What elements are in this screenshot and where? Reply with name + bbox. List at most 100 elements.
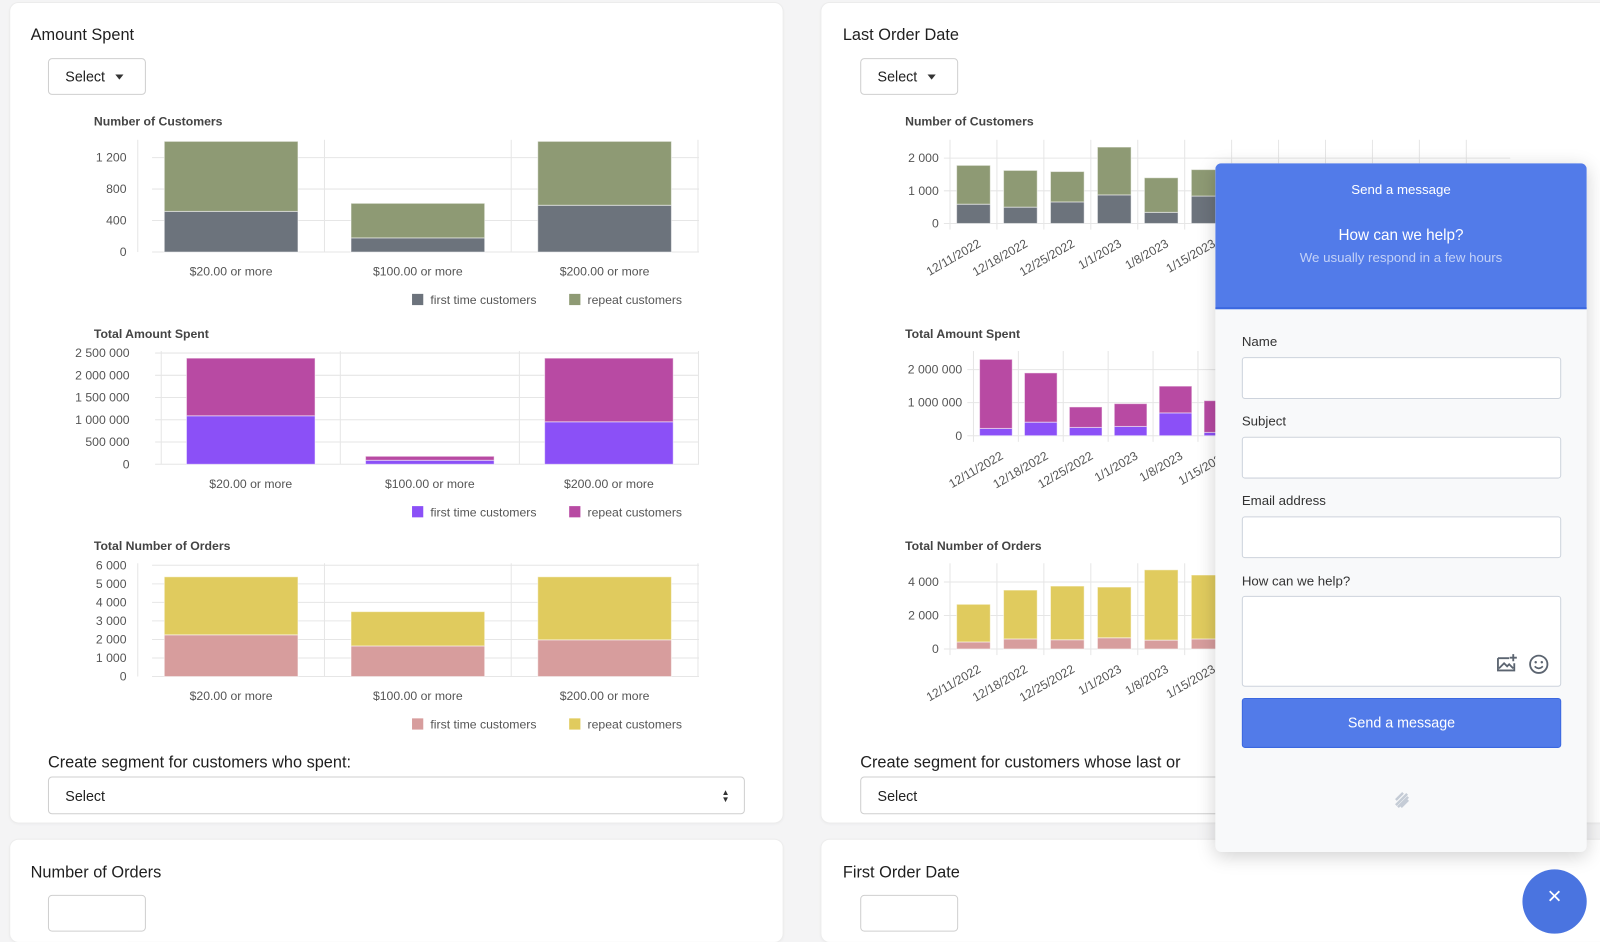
x-tick-label: $20.00 or more bbox=[190, 265, 273, 279]
bar-repeat-customers bbox=[537, 140, 672, 206]
bar-first-time-customers bbox=[163, 210, 299, 253]
legend-label: repeat customers bbox=[588, 505, 683, 519]
bar-repeat-customers bbox=[1023, 372, 1058, 423]
legend-label: first time customers bbox=[430, 505, 536, 519]
y-tick-label: 2 000 000 bbox=[908, 363, 963, 377]
y-tick-label: 4 000 bbox=[908, 575, 939, 589]
legend-swatch bbox=[569, 293, 581, 306]
send-message-label: Send a message bbox=[1347, 714, 1456, 731]
y-tick-label: 2 000 000 bbox=[75, 368, 130, 382]
bar-repeat-customers bbox=[1096, 146, 1132, 196]
helpscout-logo-icon bbox=[1395, 791, 1410, 809]
y-tick-label: 800 bbox=[106, 182, 127, 196]
y-tick-label: 5 000 bbox=[96, 577, 127, 591]
y-tick-label: 0 bbox=[120, 245, 127, 259]
updown-arrows-icon: ▲ ▼ bbox=[721, 787, 730, 805]
bar-repeat-customers bbox=[1158, 385, 1193, 414]
x-tick-label: $200.00 or more bbox=[564, 477, 654, 491]
amount-spent-segment-select[interactable]: Select ▲ ▼ bbox=[47, 776, 745, 815]
message-textarea[interactable] bbox=[1241, 595, 1562, 687]
bar-first-time-customers bbox=[544, 421, 674, 465]
bar-first-time-customers bbox=[1049, 201, 1085, 224]
bar-repeat-customers bbox=[163, 140, 299, 212]
bar-repeat-customers bbox=[544, 357, 674, 423]
bar-first-time-customers bbox=[1003, 206, 1038, 224]
y-tick-label: 0 bbox=[932, 217, 939, 231]
chat-widget: Send a message How can we help? We usual… bbox=[1215, 163, 1587, 853]
chart-amount_customers: 0 400 800 1 200 $20.00 or more $100.00 or mor… bbox=[96, 139, 699, 307]
bar-first-time-customers bbox=[365, 459, 495, 465]
bar-repeat-customers bbox=[1003, 169, 1038, 208]
chart-amount_total: 0 500 000 1 000 000 1 500 000 2 000 000 2 500… bbox=[75, 346, 699, 519]
chat-header: Send a message How can we help? We usual… bbox=[1215, 163, 1587, 310]
card-title: Number of Orders bbox=[30, 864, 162, 882]
name-input[interactable] bbox=[1241, 357, 1562, 399]
y-tick-label: 2 500 000 bbox=[75, 346, 130, 360]
y-tick-label: 1 500 000 bbox=[75, 391, 130, 405]
bar-repeat-customers bbox=[1068, 406, 1103, 428]
x-tick-label: 1/8/2023 bbox=[1123, 236, 1171, 272]
y-tick-label: 0 bbox=[932, 642, 939, 656]
bar-repeat-customers bbox=[365, 455, 495, 461]
y-tick-label: 1 000 bbox=[908, 184, 939, 198]
legend-swatch bbox=[412, 718, 424, 730]
bar-repeat-customers bbox=[979, 358, 1013, 429]
bar-first-time-customers bbox=[1003, 638, 1038, 650]
bar-repeat-customers bbox=[163, 576, 299, 636]
first-order-date-select-button[interactable] bbox=[860, 894, 959, 932]
bar-first-time-customers bbox=[956, 641, 991, 650]
segment-select-value: Select bbox=[877, 787, 918, 804]
bar-first-time-customers bbox=[1096, 194, 1132, 224]
bar-first-time-customers bbox=[1113, 425, 1148, 437]
legend-swatch bbox=[412, 506, 424, 518]
chat-heading: How can we help? bbox=[1338, 226, 1464, 244]
bar-repeat-customers bbox=[350, 611, 486, 647]
y-tick-label: 2 000 bbox=[96, 633, 127, 647]
close-chat-button[interactable]: × bbox=[1522, 869, 1587, 934]
bar-repeat-customers bbox=[1096, 586, 1132, 639]
emoji-icon[interactable] bbox=[1529, 654, 1549, 674]
bar-repeat-customers bbox=[1049, 585, 1085, 641]
x-tick-label: $100.00 or more bbox=[385, 477, 475, 491]
y-tick-label: 2 000 bbox=[908, 609, 939, 623]
bar-repeat-customers bbox=[956, 603, 991, 643]
y-tick-label: 0 bbox=[120, 670, 127, 684]
subject-input[interactable] bbox=[1241, 436, 1562, 479]
x-tick-label: $200.00 or more bbox=[560, 265, 650, 279]
bar-repeat-customers bbox=[1143, 569, 1179, 641]
y-tick-label: 1 000 bbox=[96, 651, 127, 665]
bar-repeat-customers bbox=[537, 576, 672, 641]
chat-header-title: Send a message bbox=[1351, 181, 1451, 197]
x-tick-label: 1/15/2023 bbox=[1164, 662, 1218, 701]
legend-label: first time customers bbox=[430, 293, 536, 307]
y-tick-label: 6 000 bbox=[96, 558, 127, 572]
y-tick-label: 3 000 bbox=[96, 614, 127, 628]
legend-label: repeat customers bbox=[588, 718, 683, 732]
y-tick-label: 0 bbox=[123, 457, 130, 471]
x-tick-label: $100.00 or more bbox=[373, 689, 463, 703]
bar-first-time-customers bbox=[1143, 639, 1179, 650]
bar-repeat-customers bbox=[185, 357, 316, 417]
legend-swatch bbox=[412, 293, 424, 306]
segment-label: Create segment for customers who spent: bbox=[47, 754, 352, 772]
send-message-button[interactable]: Send a message bbox=[1241, 697, 1562, 748]
x-tick-label: $20.00 or more bbox=[209, 477, 292, 491]
email-input[interactable] bbox=[1241, 516, 1562, 559]
bar-repeat-customers bbox=[1003, 589, 1038, 640]
y-tick-label: 0 bbox=[955, 429, 962, 443]
image-add-icon[interactable] bbox=[1496, 653, 1518, 673]
bar-first-time-customers bbox=[350, 645, 486, 678]
number-of-orders-select-button[interactable] bbox=[47, 894, 146, 932]
bar-first-time-customers bbox=[979, 427, 1013, 437]
legend-swatch bbox=[569, 718, 581, 730]
x-tick-label: 1/1/2023 bbox=[1076, 236, 1124, 272]
y-tick-label: 1 000 000 bbox=[75, 413, 130, 427]
bar-first-time-customers bbox=[1023, 421, 1058, 437]
bar-repeat-customers bbox=[1049, 171, 1085, 203]
bar-first-time-customers bbox=[1049, 639, 1085, 650]
name-label: Name bbox=[1241, 333, 1278, 349]
bar-first-time-customers bbox=[1158, 412, 1193, 437]
x-tick-label: 1/8/2023 bbox=[1123, 662, 1171, 698]
y-tick-label: 2 000 bbox=[908, 151, 939, 165]
subject-label: Subject bbox=[1241, 413, 1287, 429]
